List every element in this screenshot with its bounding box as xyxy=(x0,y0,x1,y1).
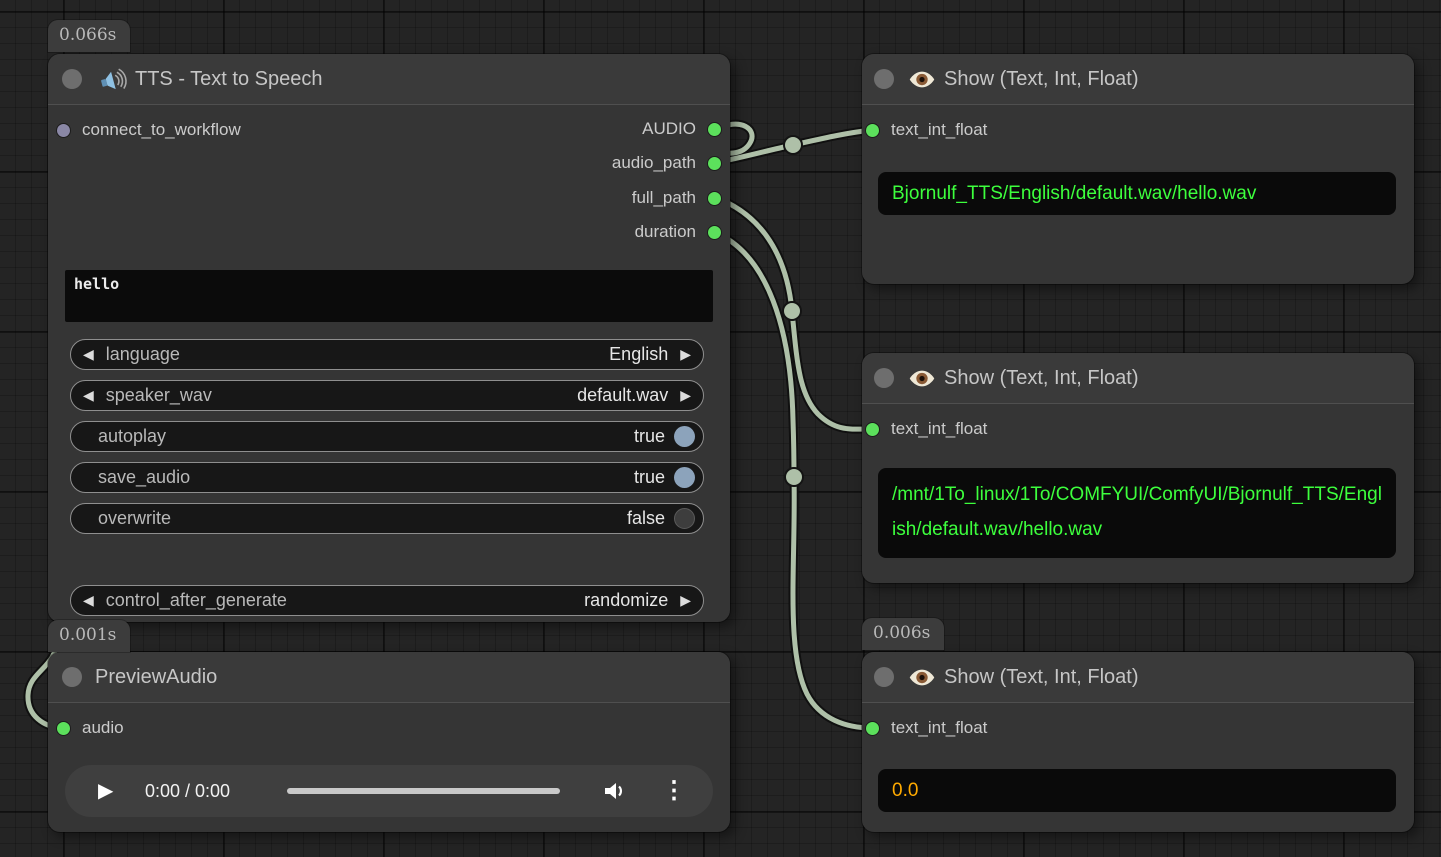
eye-icon xyxy=(908,667,936,693)
input-socket-icon[interactable] xyxy=(865,123,880,138)
link-midpoint-dot[interactable] xyxy=(784,136,802,154)
output-socket-icon[interactable] xyxy=(707,225,722,240)
volume-icon[interactable] xyxy=(602,780,626,807)
player-time: 0:00 / 0:00 xyxy=(145,765,230,817)
collapse-dot[interactable] xyxy=(62,667,82,687)
output-socket-icon[interactable] xyxy=(707,122,722,137)
node-title: Show (Text, Int, Float) xyxy=(944,652,1139,702)
node-title: TTS - Text to Speech xyxy=(135,54,323,104)
show-text-node-full-path[interactable]: Show (Text, Int, Float) text_int_float /… xyxy=(862,353,1414,583)
preview-audio-titlebar[interactable]: PreviewAudio xyxy=(48,652,730,703)
decrement-arrow-icon[interactable]: ◀ xyxy=(71,346,106,363)
execution-time-badge: 0.006s xyxy=(862,618,944,650)
widget-overwrite[interactable]: overwrite false xyxy=(70,503,704,534)
tts-node[interactable]: TTS - Text to Speech connect_to_workflow… xyxy=(48,54,730,622)
output-audio-path[interactable]: audio_path xyxy=(612,153,722,173)
widget-value: English xyxy=(609,344,668,365)
input-socket-icon[interactable] xyxy=(56,123,71,138)
audio-player[interactable]: ▶ 0:00 / 0:00 ⋮ xyxy=(65,765,713,817)
increment-arrow-icon[interactable]: ▶ xyxy=(668,592,703,609)
output-audio[interactable]: AUDIO xyxy=(642,119,722,139)
play-button-icon[interactable]: ▶ xyxy=(98,765,113,817)
widget-label: autoplay xyxy=(98,426,166,447)
collapse-dot[interactable] xyxy=(62,69,82,89)
input-socket-icon[interactable] xyxy=(865,721,880,736)
input-connect-to-workflow[interactable]: connect_to_workflow xyxy=(56,120,241,140)
input-audio[interactable]: audio xyxy=(56,718,124,738)
collapse-dot[interactable] xyxy=(874,368,894,388)
widget-label: language xyxy=(106,344,180,365)
collapse-dot[interactable] xyxy=(874,667,894,687)
show-text-node-duration[interactable]: Show (Text, Int, Float) text_int_float 0… xyxy=(862,652,1414,832)
widget-label: save_audio xyxy=(98,467,190,488)
input-text-int-float[interactable]: text_int_float xyxy=(865,419,987,439)
widget-value: true xyxy=(634,426,665,447)
output-label: AUDIO xyxy=(642,119,696,139)
widget-autoplay[interactable]: autoplay true xyxy=(70,421,704,452)
input-label: audio xyxy=(82,718,124,738)
widget-speaker-wav[interactable]: ◀ speaker_wav default.wav ▶ xyxy=(70,380,704,411)
widget-language[interactable]: ◀ language English ▶ xyxy=(70,339,704,370)
show-node-titlebar[interactable]: Show (Text, Int, Float) xyxy=(862,652,1414,703)
output-socket-icon[interactable] xyxy=(707,156,722,171)
widget-value: randomize xyxy=(584,590,668,611)
link-midpoint-dot[interactable] xyxy=(783,302,801,320)
input-socket-icon[interactable] xyxy=(56,721,71,736)
input-label: text_int_float xyxy=(891,419,987,439)
show-value-display: /mnt/1To_linux/1To/COMFYUI/ComfyUI/Bjorn… xyxy=(878,468,1396,558)
tts-node-titlebar[interactable]: TTS - Text to Speech xyxy=(48,54,730,105)
increment-arrow-icon[interactable]: ▶ xyxy=(668,387,703,404)
widget-label: overwrite xyxy=(98,508,171,529)
widget-control-after-generate[interactable]: ◀ control_after_generate randomize ▶ xyxy=(70,585,704,616)
input-text-int-float[interactable]: text_int_float xyxy=(865,120,987,140)
eye-icon xyxy=(908,69,936,95)
node-graph-canvas[interactable]: { "colors": { "wire": "#aec0a8", "output… xyxy=(0,0,1441,857)
output-socket-icon[interactable] xyxy=(707,191,722,206)
node-title: PreviewAudio xyxy=(95,652,217,702)
text-input-area[interactable]: hello xyxy=(65,270,713,322)
show-text-node-audio-path[interactable]: Show (Text, Int, Float) text_int_float B… xyxy=(862,54,1414,284)
output-duration[interactable]: duration xyxy=(635,222,722,242)
output-label: full_path xyxy=(632,188,696,208)
execution-time-badge: 0.066s xyxy=(48,20,130,52)
show-value-display: Bjornulf_TTS/English/default.wav/hello.w… xyxy=(878,172,1396,215)
speaker-megaphone-icon xyxy=(98,64,128,99)
widget-value: true xyxy=(634,467,665,488)
execution-time-badge: 0.001s xyxy=(48,620,130,652)
widget-label: speaker_wav xyxy=(106,385,212,406)
input-label: connect_to_workflow xyxy=(82,120,241,140)
decrement-arrow-icon[interactable]: ◀ xyxy=(71,592,106,609)
output-label: audio_path xyxy=(612,153,696,173)
node-title: Show (Text, Int, Float) xyxy=(944,54,1139,104)
toggle-off-icon[interactable] xyxy=(674,508,695,529)
collapse-dot[interactable] xyxy=(874,69,894,89)
show-node-titlebar[interactable]: Show (Text, Int, Float) xyxy=(862,353,1414,404)
seek-bar[interactable] xyxy=(287,788,560,794)
decrement-arrow-icon[interactable]: ◀ xyxy=(71,387,106,404)
input-text-int-float[interactable]: text_int_float xyxy=(865,718,987,738)
show-value-display: 0.0 xyxy=(878,769,1396,812)
player-menu-icon[interactable]: ⋮ xyxy=(662,773,686,809)
eye-icon xyxy=(908,368,936,394)
output-full-path[interactable]: full_path xyxy=(632,188,722,208)
link-midpoint-dot[interactable] xyxy=(785,468,803,486)
widget-label: control_after_generate xyxy=(106,590,287,611)
output-label: duration xyxy=(635,222,696,242)
toggle-on-icon[interactable] xyxy=(674,467,695,488)
input-label: text_int_float xyxy=(891,120,987,140)
input-socket-icon[interactable] xyxy=(865,422,880,437)
widget-save-audio[interactable]: save_audio true xyxy=(70,462,704,493)
preview-audio-node[interactable]: PreviewAudio audio ▶ 0:00 / 0:00 ⋮ xyxy=(48,652,730,832)
node-title: Show (Text, Int, Float) xyxy=(944,353,1139,403)
widget-value: default.wav xyxy=(577,385,668,406)
increment-arrow-icon[interactable]: ▶ xyxy=(668,346,703,363)
input-label: text_int_float xyxy=(891,718,987,738)
toggle-on-icon[interactable] xyxy=(674,426,695,447)
show-node-titlebar[interactable]: Show (Text, Int, Float) xyxy=(862,54,1414,105)
widget-value: false xyxy=(627,508,665,529)
